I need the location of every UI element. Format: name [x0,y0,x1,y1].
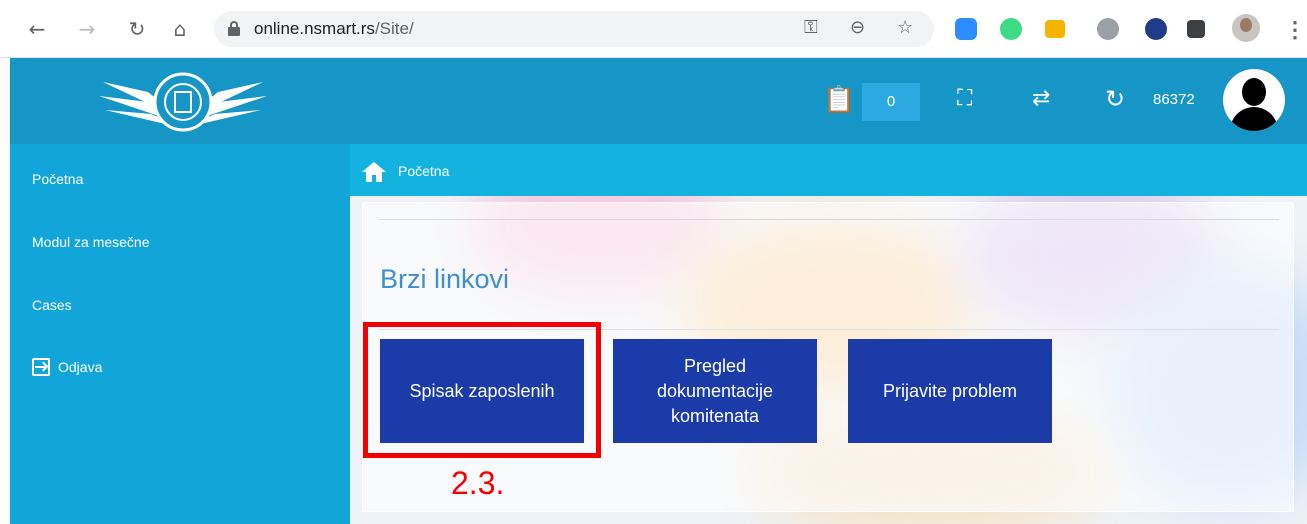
url-text[interactable]: online.nsmart.rs/Site/ [254,19,414,39]
breadcrumb-label[interactable]: Početna [398,163,449,179]
home-icon[interactable] [362,162,386,182]
sidebar-item-odjava[interactable]: Odjava [32,358,103,376]
user-avatar[interactable] [1223,69,1285,131]
sidebar-item-label: Odjava [58,359,103,375]
bookmark-star-icon[interactable]: ☆ [897,17,913,38]
puzzle-extensions-icon[interactable] [1187,20,1205,38]
cast-extension-icon[interactable] [1045,20,1065,38]
logout-icon [32,358,50,376]
swap-arrows-icon[interactable]: ⇄ [1032,86,1050,111]
prijavite-problem-button[interactable]: Prijavite problem [848,339,1052,443]
gray-extension-icon[interactable] [1097,18,1119,40]
android-extension-icon[interactable] [1000,18,1022,40]
clipboard-icon[interactable]: 📋 [823,85,855,115]
browser-profile-avatar[interactable] [1232,14,1260,42]
app-header: 📋 0 ⛶ ⇄ ↻ 86372 [10,58,1307,144]
fullscreen-icon[interactable]: ⛶ [957,86,972,111]
lock-icon [228,21,240,36]
browser-toolbar: ← → ↻ ⌂ online.nsmart.rs/Site/ ⚿ ⊖ ☆ ⋮ [0,0,1307,58]
pregled-dokumentacije-button[interactable]: Pregled dokumentacije komitenata [613,339,817,443]
zoom-extension-icon[interactable] [955,18,977,40]
key-icon[interactable]: ⚿ [804,17,818,38]
zoom-icon[interactable]: ⊖ [850,17,865,38]
step-label: 2.3. [451,465,505,501]
company-logo [99,72,267,132]
divider [379,219,1279,220]
sidebar-item-modul-za-mesecne[interactable]: Modul za mesečne [32,234,150,250]
notification-counter[interactable]: 0 [862,83,920,121]
refresh-icon[interactable]: ↻ [1105,85,1125,113]
sidebar: Početna Modul za mesečne Cases Odjava [10,144,350,524]
home-browser-icon[interactable]: ⌂ [168,17,192,41]
breadcrumb: Početna [350,144,1307,196]
check-extension-icon[interactable] [1145,18,1167,40]
back-arrow-icon[interactable]: ← [25,17,49,41]
menu-kebab-icon[interactable]: ⋮ [1284,17,1306,43]
address-bar[interactable]: online.nsmart.rs/Site/ ⚿ ⊖ ☆ [214,11,934,47]
section-title: Brzi linkovi [380,264,510,294]
forward-arrow-icon[interactable]: → [75,17,99,41]
sidebar-item-pocetna[interactable]: Početna [32,171,83,187]
sidebar-item-cases[interactable]: Cases [32,297,72,313]
user-number: 86372 [1153,91,1195,108]
highlight-box [363,322,601,458]
reload-icon[interactable]: ↻ [125,17,149,41]
